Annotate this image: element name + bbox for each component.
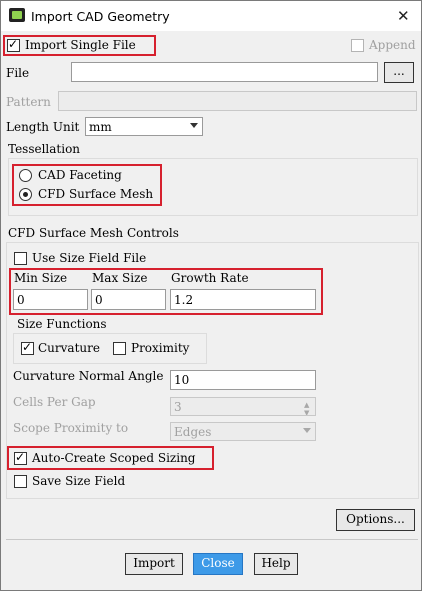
import-single-file-label: Import Single File — [25, 38, 136, 52]
curvature-normal-angle-label: Curvature Normal Angle — [13, 369, 164, 383]
cad-faceting-radio[interactable] — [19, 169, 32, 182]
length-unit-dropdown[interactable]: mm — [85, 117, 203, 136]
curvature-label: Curvature — [38, 341, 100, 355]
import-cad-geometry-dialog: Import CAD Geometry ✕ ✓ Import Single Fi… — [0, 0, 422, 591]
window-title: Import CAD Geometry — [31, 9, 170, 24]
cfd-controls-label: CFD Surface Mesh Controls — [8, 226, 179, 240]
cells-per-gap-spinner[interactable]: 3 ▲ ▼ — [170, 397, 316, 416]
max-size-input[interactable]: 0 — [91, 289, 166, 310]
cad-faceting-label: CAD Faceting — [38, 168, 122, 182]
min-size-label: Min Size — [14, 271, 68, 285]
max-size-label: Max Size — [92, 271, 148, 285]
use-size-field-file-checkbox[interactable] — [14, 252, 27, 265]
scope-proximity-to-value: Edges — [174, 425, 212, 439]
import-button[interactable]: Import — [125, 553, 183, 575]
curvature-checkbox[interactable]: ✓ — [21, 340, 34, 355]
cells-per-gap-label: Cells Per Gap — [13, 395, 96, 409]
append-label: Append — [369, 38, 416, 52]
save-size-field-label: Save Size Field — [32, 474, 126, 488]
scope-proximity-to-dropdown[interactable]: Edges — [170, 422, 316, 441]
proximity-label: Proximity — [131, 341, 190, 355]
import-single-file-checkbox[interactable]: ✓ — [7, 37, 20, 52]
close-icon[interactable]: ✕ — [397, 7, 410, 25]
curvature-normal-angle-input[interactable]: 10 — [170, 370, 316, 390]
tessellation-label: Tessellation — [8, 142, 81, 156]
save-size-field-checkbox[interactable] — [14, 475, 27, 488]
help-button[interactable]: Help — [254, 553, 298, 575]
auto-create-scoped-sizing-checkbox[interactable]: ✓ — [14, 450, 27, 465]
cfd-surface-mesh-label: CFD Surface Mesh — [38, 187, 154, 201]
cfd-surface-mesh-radio[interactable] — [19, 188, 32, 201]
options-button[interactable]: Options... — [336, 509, 415, 531]
min-size-input[interactable]: 0 — [13, 289, 88, 310]
size-functions-label: Size Functions — [17, 317, 107, 331]
checkmark-icon: ✓ — [22, 340, 33, 354]
length-unit-value: mm — [89, 120, 112, 134]
browse-button[interactable]: ... — [384, 62, 414, 83]
title-bar: Import CAD Geometry ✕ — [1, 1, 421, 31]
auto-create-scoped-sizing-label: Auto-Create Scoped Sizing — [32, 451, 196, 465]
checkmark-icon: ✓ — [8, 37, 19, 51]
file-input[interactable] — [71, 62, 378, 82]
cad-app-icon — [9, 8, 25, 22]
cells-per-gap-value: 3 — [174, 400, 182, 414]
chevron-down-icon — [303, 428, 311, 433]
spinner-arrows-icon: ▲ ▼ — [304, 401, 310, 416]
use-size-field-file-label: Use Size Field File — [32, 251, 147, 265]
growth-rate-input[interactable]: 1.2 — [170, 289, 316, 310]
pattern-input[interactable] — [58, 91, 417, 111]
pattern-label: Pattern — [6, 95, 51, 109]
scope-proximity-to-label: Scope Proximity to — [13, 421, 129, 435]
chevron-down-icon — [190, 123, 198, 128]
close-button[interactable]: Close — [193, 553, 243, 575]
length-unit-label: Length Unit — [6, 120, 80, 134]
radio-selected-dot — [23, 192, 28, 197]
divider — [6, 539, 418, 540]
file-label: File — [6, 66, 30, 80]
append-checkbox[interactable] — [351, 39, 364, 52]
checkmark-icon: ✓ — [15, 450, 26, 464]
growth-rate-label: Growth Rate — [171, 271, 249, 285]
proximity-checkbox[interactable] — [113, 342, 126, 355]
